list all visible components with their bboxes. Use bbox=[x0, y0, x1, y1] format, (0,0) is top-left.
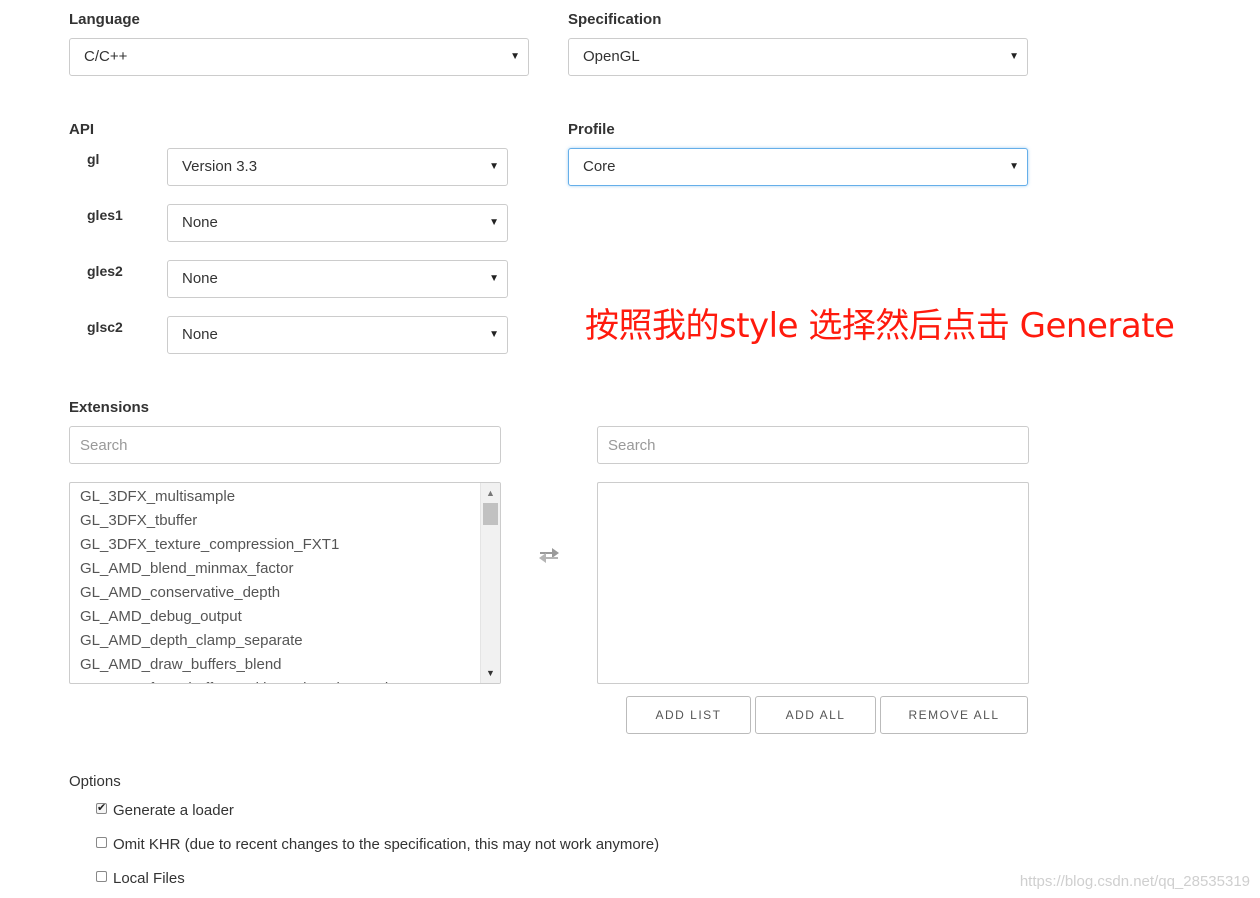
api-glsc2-label: glsc2 bbox=[87, 319, 123, 335]
available-extensions-search-input[interactable] bbox=[69, 426, 501, 464]
swap-arrows-icon[interactable] bbox=[538, 544, 560, 566]
list-item[interactable]: GL_AMD_conservative_depth bbox=[80, 581, 478, 605]
option-generate-loader-label: Generate a loader bbox=[113, 802, 234, 819]
watermark: https://blog.csdn.net/qq_28535319 bbox=[1019, 873, 1250, 890]
option-local-files[interactable]: Local Files bbox=[96, 870, 185, 890]
scroll-down-icon[interactable]: ▼ bbox=[481, 665, 500, 681]
specification-label: Specification bbox=[568, 11, 662, 28]
specification-select[interactable]: OpenGL ▼ bbox=[568, 38, 1028, 76]
api-gles2-label: gles2 bbox=[87, 263, 123, 279]
caret-down-icon: ▼ bbox=[489, 217, 499, 228]
option-local-files-label: Local Files bbox=[113, 870, 185, 887]
list-item[interactable]: GL_3DFX_tbuffer bbox=[80, 509, 478, 533]
list-item[interactable]: GL_3DFX_texture_compression_FXT1 bbox=[80, 533, 478, 557]
option-omit-khr-label: Omit KHR (due to recent changes to the s… bbox=[113, 836, 660, 853]
list-item[interactable]: GL_AMD_draw_buffers_blend bbox=[80, 653, 478, 677]
api-gl-select[interactable]: Version 3.3 ▼ bbox=[167, 148, 508, 186]
checkbox-generate-loader[interactable]: ✔ bbox=[96, 801, 107, 814]
language-select-value: C/C++ bbox=[84, 48, 128, 65]
api-gl-label: gl bbox=[87, 151, 100, 167]
list-scrollbar[interactable]: ▲ ▼ bbox=[480, 483, 500, 683]
extensions-label: Extensions bbox=[69, 399, 150, 416]
scrollbar-thumb[interactable] bbox=[483, 503, 498, 525]
checkbox-omit-khr[interactable] bbox=[96, 836, 107, 848]
selected-extensions-search-input[interactable] bbox=[597, 426, 1029, 464]
option-generate-loader[interactable]: ✔ Generate a loader bbox=[96, 802, 234, 822]
specification-select-value: OpenGL bbox=[583, 48, 640, 65]
add-list-button[interactable]: ADD LIST bbox=[626, 696, 751, 734]
api-label: API bbox=[69, 121, 95, 138]
profile-label: Profile bbox=[568, 121, 615, 138]
option-omit-khr[interactable]: Omit KHR (due to recent changes to the s… bbox=[96, 836, 659, 856]
language-label: Language bbox=[69, 11, 140, 28]
checkbox-local-files[interactable] bbox=[96, 870, 107, 882]
list-item[interactable]: GL_AMD_depth_clamp_separate bbox=[80, 629, 478, 653]
available-extensions-list[interactable]: GL_3DFX_multisample GL_3DFX_tbuffer GL_3DF… bbox=[69, 482, 501, 684]
caret-down-icon: ▼ bbox=[510, 51, 520, 62]
selected-extensions-list[interactable] bbox=[597, 482, 1029, 684]
api-gl-value: Version 3.3 bbox=[182, 158, 258, 175]
profile-select-value: Core bbox=[583, 158, 616, 175]
options-label: Options bbox=[69, 773, 121, 790]
add-all-button[interactable]: ADD ALL bbox=[755, 696, 876, 734]
language-select[interactable]: C/C++ ▼ bbox=[69, 38, 529, 76]
api-gles2-value: None bbox=[182, 270, 218, 287]
caret-down-icon: ▼ bbox=[489, 273, 499, 284]
api-gles2-select[interactable]: None ▼ bbox=[167, 260, 508, 298]
api-gles1-label: gles1 bbox=[87, 207, 123, 223]
available-extensions-items: GL_3DFX_multisample GL_3DFX_tbuffer GL_3DF… bbox=[80, 485, 478, 683]
caret-down-icon: ▼ bbox=[489, 329, 499, 340]
instruction-annotation: 按照我的style 选择然后点击 Generate bbox=[585, 306, 1175, 346]
api-glsc2-select[interactable]: None ▼ bbox=[167, 316, 508, 354]
scroll-up-icon[interactable]: ▲ bbox=[481, 485, 500, 501]
api-glsc2-value: None bbox=[182, 326, 218, 343]
check-icon: ✔ bbox=[97, 801, 107, 814]
remove-all-button[interactable]: REMOVE ALL bbox=[880, 696, 1028, 734]
api-gles1-value: None bbox=[182, 214, 218, 231]
list-item[interactable]: GL_3DFX_multisample bbox=[80, 485, 478, 509]
list-item[interactable]: GL_AMD_debug_output bbox=[80, 605, 478, 629]
caret-down-icon: ▼ bbox=[1009, 51, 1019, 62]
list-item[interactable]: GL_AMD_blend_minmax_factor bbox=[80, 557, 478, 581]
list-item[interactable]: GL_AMD_framebuffer_multisample_advanced bbox=[80, 677, 478, 683]
caret-down-icon: ▼ bbox=[1009, 161, 1019, 172]
api-gles1-select[interactable]: None ▼ bbox=[167, 204, 508, 242]
caret-down-icon: ▼ bbox=[489, 161, 499, 172]
profile-select[interactable]: Core ▼ bbox=[568, 148, 1028, 186]
